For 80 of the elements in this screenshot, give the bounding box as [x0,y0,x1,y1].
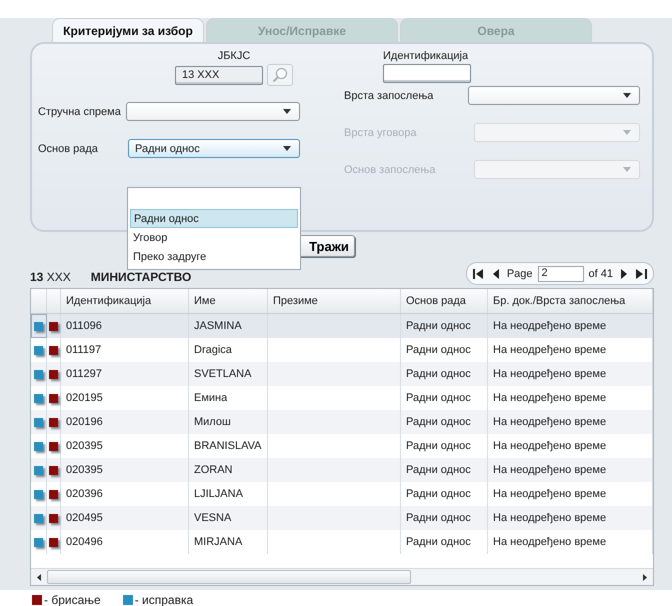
caret-icon [623,167,631,172]
column-header[interactable]: Презиме [268,289,401,313]
page-count: of 41 [588,268,613,280]
page-field[interactable]: 2 [538,266,584,282]
first-page-button[interactable] [472,266,485,280]
previous-page-icon [492,268,499,278]
delete-icon[interactable] [49,466,58,474]
table-row[interactable]: 020196 Милош Радни однос На неодређено време [31,410,653,434]
table-row[interactable]: 020496 MIRJANA Радни однос На неодређено време [31,530,653,554]
dropdown-option[interactable]: Преко задруге [130,247,298,266]
field-label: Врста уговора [344,126,418,138]
dropdown-field[interactable]: Радни однос [128,139,300,158]
dropdown-field[interactable] [468,86,640,105]
page-label: Page [506,268,533,280]
search-icon [272,67,288,83]
column-header[interactable]: Основ рада [401,289,488,313]
field-label: Стручна спрема [38,106,122,118]
column-header[interactable]: Име [189,289,268,313]
table-row[interactable]: 020395 ZORAN Радни однос На неодређено време [31,458,653,482]
caret-icon [283,109,291,114]
institution-code: 13 [30,270,44,284]
edit-icon[interactable] [34,346,43,354]
table-row[interactable]: 020495 VESNA Радни однос На неодређено време [31,506,653,530]
left-arrow-icon [37,574,41,580]
table-row[interactable]: 011297 SVETLANA Радни однос На неодређено време [31,362,653,386]
delete-icon[interactable] [49,514,58,522]
caret-icon [283,146,291,151]
table-row[interactable]: 020395 BRANISLAVA Радни однос На неодређено време [31,434,653,458]
last-page-icon [636,268,646,278]
table-row[interactable]: 020396 LJILJANA Радни однос На неодређено време [31,482,653,506]
edit-icon[interactable] [34,442,43,450]
edit-icon[interactable] [34,514,43,522]
column-header[interactable]: Бр. док./Врста запослења [488,289,653,313]
delete-icon[interactable] [49,346,58,354]
column-header[interactable]: Идентификација [61,289,189,313]
table-cell: Радни однос [401,530,488,554]
delete-icon[interactable] [49,442,58,450]
field-label: ЈБКЈС [218,50,250,62]
edit-icon[interactable] [34,538,43,546]
delete-legend-icon [32,595,42,605]
field-label: Основ запослења [344,164,436,176]
edit-icon[interactable] [34,394,43,402]
table-row[interactable]: 020195 Емина Радни однос На неодређено време [31,386,653,410]
dropdown-field[interactable] [126,102,300,121]
caret-icon [623,130,631,135]
last-page-button[interactable] [635,266,647,280]
delete-icon[interactable] [49,394,58,402]
field-label: Врста запослења [344,90,434,102]
institution-name: МИНИСТАРСТВО [90,270,192,284]
dropdown-option[interactable]: Уговор [130,228,298,247]
institution-code-suffix: XXX [46,270,71,284]
horizontal-scrollbar[interactable] [31,568,653,585]
identification-field[interactable] [383,64,471,83]
first-page-icon [473,268,484,278]
edit-icon[interactable] [34,322,43,330]
edit-icon[interactable] [34,418,43,426]
delete-icon[interactable] [49,322,58,330]
edit-icon[interactable] [34,466,43,474]
table-row[interactable]: 011197 Dragica Радни однос На неодређено време [31,338,653,362]
delete-icon[interactable] [49,418,58,426]
table-cell: MIRJANA [189,530,268,554]
scrollbar-thumb[interactable] [47,570,411,584]
next-page-icon [621,268,627,278]
dropdown-option[interactable]: Радни однос [130,209,298,228]
tab[interactable]: Критеријуми за избор [52,18,204,42]
delete-icon[interactable] [49,370,58,378]
jbkjc-field[interactable]: 13 XXX [175,66,263,84]
delete-icon[interactable] [49,538,58,546]
field-label: Идентификација [383,50,468,62]
table-cell: На неодређено време [488,530,653,554]
caret-icon [623,93,631,98]
field-label: Основ рада [38,142,99,154]
right-arrow-icon [643,574,647,580]
edit-icon[interactable] [34,490,43,498]
edit-legend-icon [122,595,133,605]
search-button[interactable] [267,64,293,86]
delete-icon[interactable] [49,490,58,498]
edit-icon[interactable] [34,370,43,378]
table-row[interactable]: 011096 JASMINA Радни однос На неодређено време [31,314,653,338]
table-cell: 020496 [61,530,189,554]
